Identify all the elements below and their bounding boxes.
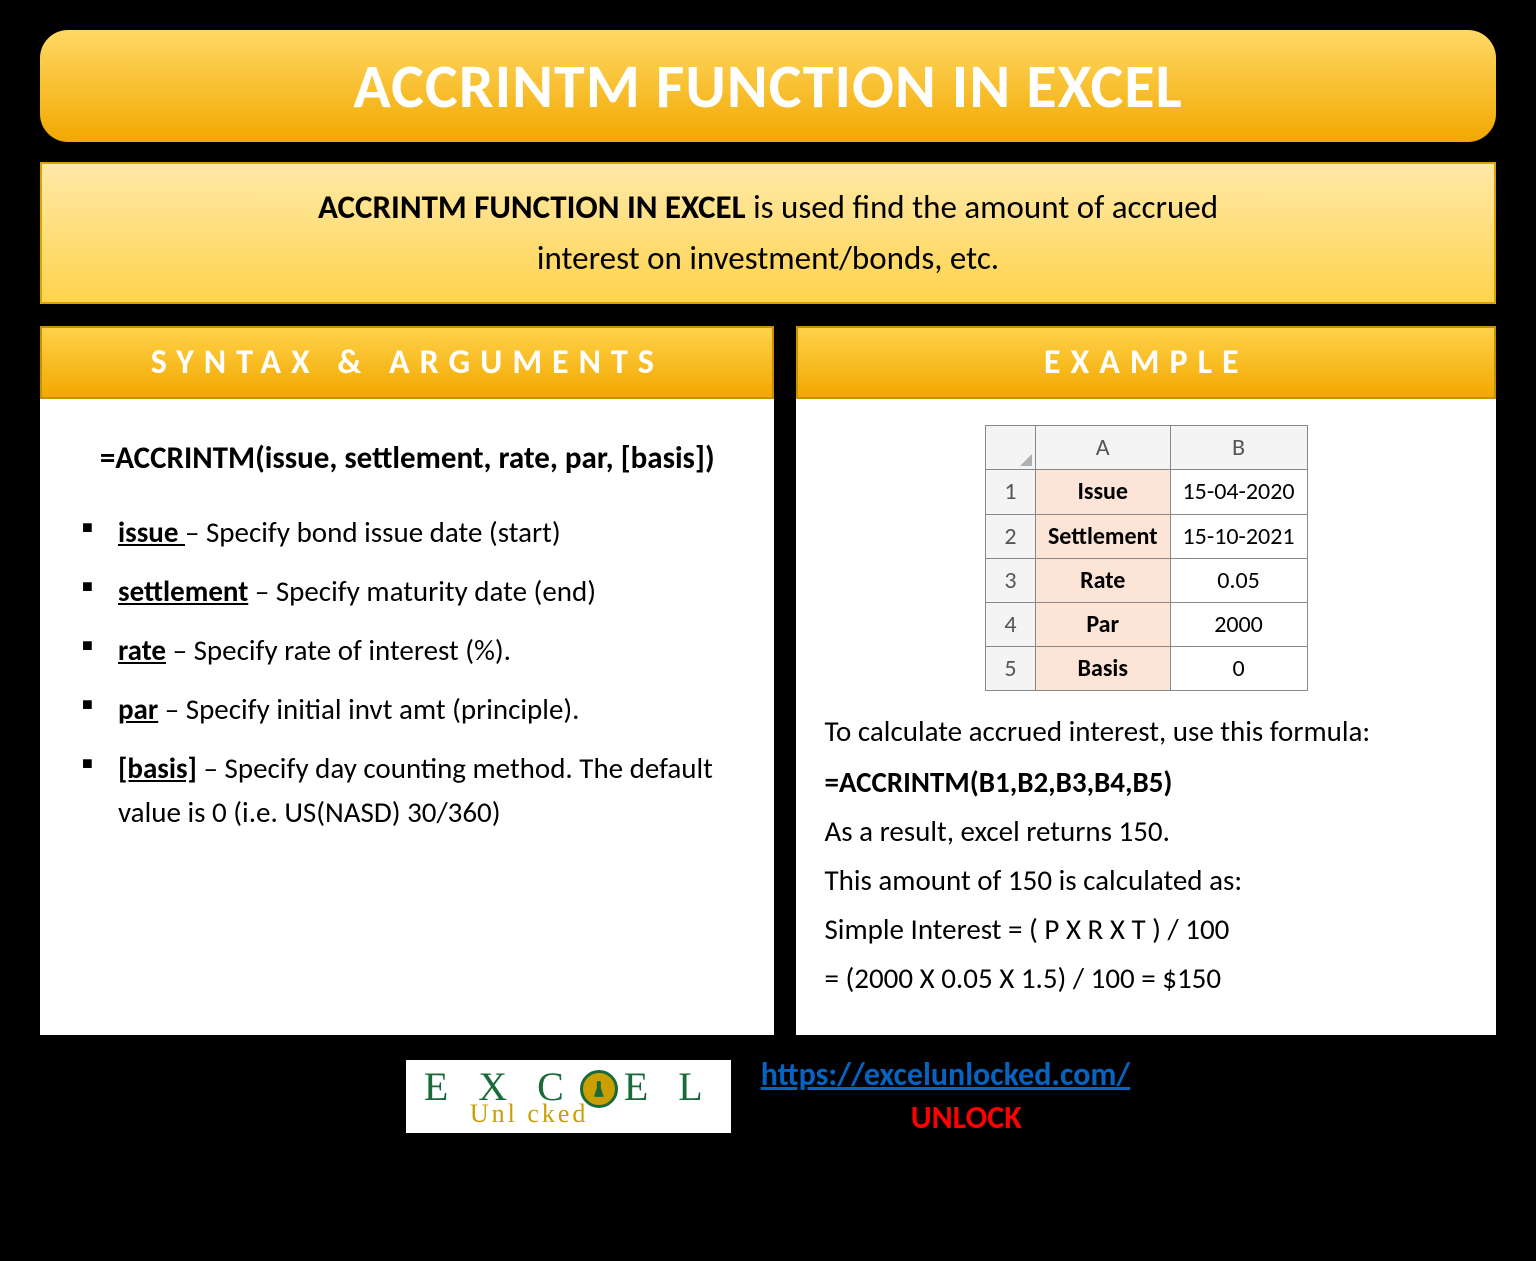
keyhole-icon — [580, 1070, 618, 1108]
description-text-2: interest on investment/bonds, etc. — [537, 238, 999, 278]
arg-desc: – Specify rate of interest (%). — [166, 632, 511, 668]
row-number: 4 — [985, 603, 1035, 647]
example-calc-2: Simple Interest = ( P X R X T ) / 100 — [824, 907, 1468, 952]
syntax-body: =ACCRINTM(issue, settlement, rate, par, … — [40, 399, 774, 1035]
cell-value: 0.05 — [1170, 558, 1307, 602]
example-panel: EXAMPLE A B 1 Issue 15-04-2020 2 — [796, 326, 1496, 1035]
arg-item: [basis] – Specify day counting method. T… — [74, 746, 746, 836]
argument-list: issue – Specify bond issue date (start) … — [68, 510, 746, 836]
table-row: 4 Par 2000 — [985, 603, 1307, 647]
site-link[interactable]: https://excelunlocked.com/ — [761, 1055, 1130, 1094]
logo-text-2: E L — [624, 1068, 713, 1106]
cell-value: 15-04-2020 — [1170, 470, 1307, 514]
example-result: As a result, excel returns 150. — [824, 809, 1468, 854]
example-formula: =ACCRINTM(B1,B2,B3,B4,B5) — [824, 760, 1468, 805]
cell-label: Settlement — [1035, 514, 1170, 558]
cell-value: 0 — [1170, 647, 1307, 691]
footer: E X C E L Unl cked https://excelunlocked… — [40, 1053, 1496, 1139]
table-row: 1 Issue 15-04-2020 — [985, 470, 1307, 514]
example-body: A B 1 Issue 15-04-2020 2 Settlement 15-1… — [796, 399, 1496, 1035]
main-title: ACCRINTM FUNCTION IN EXCEL — [70, 48, 1466, 124]
example-text: To calculate accrued interest, use this … — [824, 709, 1468, 1001]
footer-right: https://excelunlocked.com/ UNLOCK — [761, 1053, 1130, 1139]
cell-label: Issue — [1035, 470, 1170, 514]
example-calc-1: This amount of 150 is calculated as: — [824, 858, 1468, 903]
arg-name: issue — [118, 514, 185, 550]
row-number: 1 — [985, 470, 1035, 514]
arg-desc: – Specify day counting method. The defau… — [118, 750, 713, 831]
row-number: 5 — [985, 647, 1035, 691]
description-text-1: is used find the amount of accrued — [746, 187, 1218, 227]
arg-desc: – Specify maturity date (end) — [248, 573, 596, 609]
cell-label: Basis — [1035, 647, 1170, 691]
table-row: 2 Settlement 15-10-2021 — [985, 514, 1307, 558]
arg-name: [basis] — [118, 750, 197, 786]
arg-item: rate – Specify rate of interest (%). — [74, 628, 746, 673]
col-header: B — [1170, 426, 1307, 470]
cell-value: 2000 — [1170, 603, 1307, 647]
arg-name: settlement — [118, 573, 248, 609]
spreadsheet-wrap: A B 1 Issue 15-04-2020 2 Settlement 15-1… — [824, 425, 1468, 691]
arg-name: rate — [118, 632, 166, 668]
row-number: 3 — [985, 558, 1035, 602]
logo: E X C E L Unl cked — [406, 1060, 731, 1133]
description-lead: ACCRINTM FUNCTION IN EXCEL — [318, 187, 746, 227]
description-box: ACCRINTM FUNCTION IN EXCEL is used find … — [40, 162, 1496, 304]
arg-desc: – Specify bond issue date (start) — [185, 514, 561, 550]
arg-item: par – Specify initial invt amt (principl… — [74, 687, 746, 732]
example-calc-3: = (2000 X 0.05 X 1.5) / 100 = $150 — [824, 956, 1468, 1001]
example-heading: EXAMPLE — [796, 326, 1496, 399]
cell-label: Par — [1035, 603, 1170, 647]
arg-name: par — [118, 691, 158, 727]
columns: SYNTAX & ARGUMENTS =ACCRINTM(issue, sett… — [40, 326, 1496, 1035]
syntax-panel: SYNTAX & ARGUMENTS =ACCRINTM(issue, sett… — [40, 326, 774, 1035]
table-row: 3 Rate 0.05 — [985, 558, 1307, 602]
sheet-corner — [985, 426, 1035, 470]
example-intro: To calculate accrued interest, use this … — [824, 709, 1468, 754]
col-header: A — [1035, 426, 1170, 470]
syntax-heading: SYNTAX & ARGUMENTS — [40, 326, 774, 399]
arg-desc: – Specify initial invt amt (principle). — [158, 691, 579, 727]
arg-item: settlement – Specify maturity date (end) — [74, 569, 746, 614]
spreadsheet-table: A B 1 Issue 15-04-2020 2 Settlement 15-1… — [985, 425, 1308, 691]
main-title-bar: ACCRINTM FUNCTION IN EXCEL — [40, 30, 1496, 142]
arg-item: issue – Specify bond issue date (start) — [74, 510, 746, 555]
syntax-formula: =ACCRINTM(issue, settlement, rate, par, … — [68, 435, 746, 482]
cell-label: Rate — [1035, 558, 1170, 602]
table-row: 5 Basis 0 — [985, 647, 1307, 691]
row-number: 2 — [985, 514, 1035, 558]
cell-value: 15-10-2021 — [1170, 514, 1307, 558]
unlock-text: UNLOCK — [761, 1096, 1130, 1139]
